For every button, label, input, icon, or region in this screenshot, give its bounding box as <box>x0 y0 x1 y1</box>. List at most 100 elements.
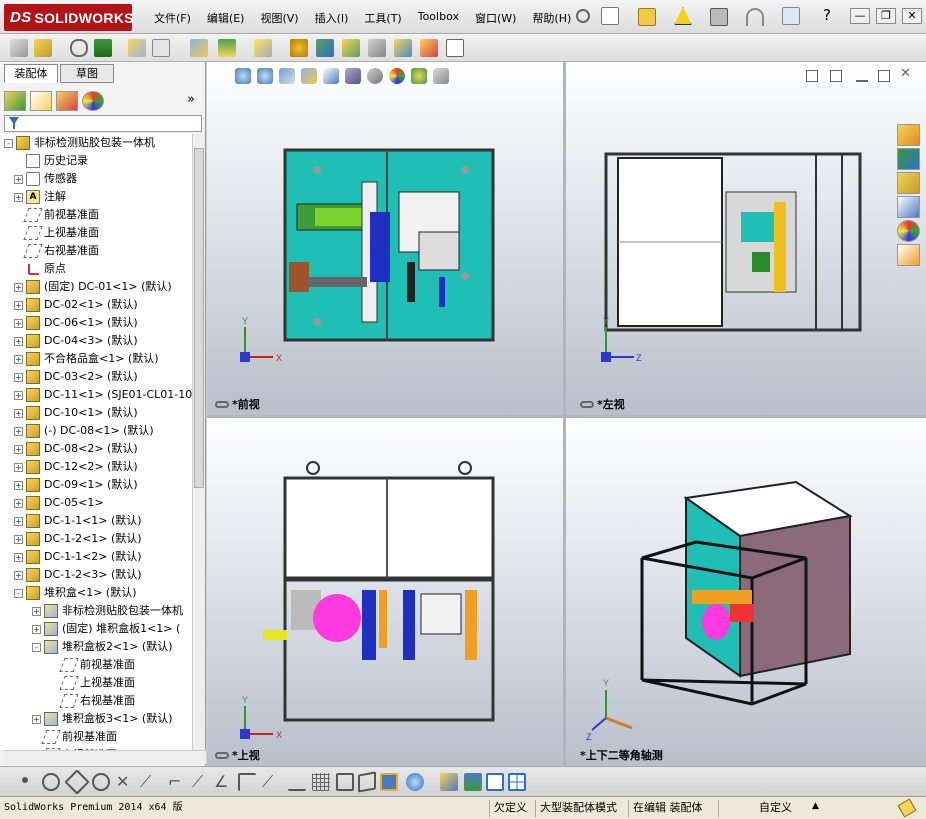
smart-fasteners-icon[interactable] <box>152 39 170 57</box>
point-icon[interactable] <box>22 777 28 783</box>
expand-toggle-icon[interactable]: + <box>14 409 23 418</box>
tree-item[interactable]: + DC-04<3> (默认) <box>0 332 192 350</box>
apply-scene-icon[interactable] <box>411 68 427 84</box>
expand-toggle-icon[interactable]: + <box>32 625 41 634</box>
viewport-isometric[interactable]: Y Z *上下二等角轴测 <box>566 418 926 766</box>
tree-item[interactable]: + DC-1-2<1> (默认) <box>0 530 192 548</box>
tree-item[interactable]: + 非标检测贴胶包装一体机 <box>0 602 192 620</box>
undo-icon[interactable] <box>746 8 764 26</box>
help-icon[interactable]: ? <box>818 7 836 25</box>
new-part-icon[interactable] <box>34 39 52 57</box>
tree-item[interactable]: + (-) DC-08<1> (默认) <box>0 422 192 440</box>
expand-toggle-icon[interactable]: + <box>14 463 23 472</box>
viewport-sync-icon[interactable] <box>806 70 818 82</box>
tree-item[interactable]: + DC-12<2> (默认) <box>0 458 192 476</box>
tree-item[interactable]: + DC-03<2> (默认) <box>0 368 192 386</box>
expand-toggle-icon[interactable]: + <box>14 391 23 400</box>
new-document-icon[interactable] <box>601 7 619 25</box>
viewport-front[interactable]: Y X *前视 <box>207 62 563 415</box>
hide-show-items-icon[interactable] <box>367 68 383 84</box>
expand-toggle-icon[interactable]: + <box>14 481 23 490</box>
tree-item[interactable]: + DC-11<1> (SJE01-CL01-1000 <box>0 386 192 404</box>
expand-toggle-icon[interactable]: + <box>32 607 41 616</box>
move-component-icon[interactable] <box>190 39 208 57</box>
tree-item[interactable]: + DC-1-1<1> (默认) <box>0 512 192 530</box>
single-window-icon[interactable] <box>486 773 504 791</box>
print-icon[interactable] <box>710 8 728 26</box>
expand-toggle-icon[interactable]: + <box>14 553 23 562</box>
assembly-features-icon[interactable] <box>254 39 272 57</box>
tree-vertical-scrollbar[interactable] <box>192 134 205 750</box>
exploded-view-icon[interactable] <box>368 39 386 57</box>
expand-toggle-icon[interactable]: + <box>14 499 23 508</box>
feature-manager-tab-icon[interactable] <box>4 91 26 111</box>
tree-item[interactable]: + A 注解 <box>0 188 192 206</box>
tree-item[interactable]: - 非标检测贴胶包装一体机 <box>0 134 192 152</box>
menu-insert[interactable]: 插入(I) <box>307 10 357 26</box>
corner-rectangle-icon[interactable] <box>238 773 256 791</box>
expand-toggle-icon[interactable]: + <box>14 427 23 436</box>
extend-icon[interactable]: ✕ <box>116 773 134 791</box>
reference-geometry-icon[interactable] <box>290 39 308 57</box>
tree-item[interactable]: + 传感器 <box>0 170 192 188</box>
tree-filter-field[interactable] <box>4 115 202 132</box>
trim-icon[interactable] <box>92 773 110 791</box>
paperclip-icon[interactable] <box>70 39 88 57</box>
viewport-restore-icon[interactable] <box>878 70 890 82</box>
tree-item[interactable]: 前视基准面 <box>0 728 192 746</box>
tree-item[interactable]: 右视基准面 <box>0 692 192 710</box>
expand-toggle-icon[interactable]: + <box>14 535 23 544</box>
edit-appearance-icon[interactable] <box>389 68 405 84</box>
expand-toggle-icon[interactable]: + <box>14 337 23 346</box>
expand-toggle-icon[interactable]: + <box>14 319 23 328</box>
sketch-fillet-icon[interactable]: ⌐ <box>168 773 186 791</box>
tree-item[interactable]: - 堆积盒<1> (默认) <box>0 584 192 602</box>
menu-view[interactable]: 视图(V) <box>252 10 306 26</box>
show-hidden-icon[interactable] <box>218 39 236 57</box>
expand-toggle-icon[interactable]: + <box>32 715 41 724</box>
grid-icon[interactable] <box>312 773 330 791</box>
appearances-icon[interactable] <box>897 220 920 242</box>
mate-icon[interactable] <box>94 39 112 57</box>
previous-view-icon[interactable] <box>279 68 295 84</box>
rectangle-tool-icon[interactable] <box>336 773 354 791</box>
solidworks-logo[interactable]: DS SOLIDWORKS <box>4 4 134 31</box>
viewport-splitter-vertical[interactable] <box>563 62 566 766</box>
collapse-toggle-icon[interactable]: - <box>4 139 13 148</box>
expand-toggle-icon[interactable]: + <box>14 571 23 580</box>
view-palette-icon[interactable] <box>897 196 920 218</box>
circle-icon[interactable] <box>42 773 60 791</box>
tree-item[interactable]: + 堆积盒板3<1> (默认) <box>0 710 192 728</box>
close-button[interactable]: ✕ <box>902 8 922 24</box>
rebuild-icon[interactable] <box>897 798 917 818</box>
tree-item[interactable]: 上视基准面 <box>0 674 192 692</box>
menu-edit[interactable]: 编辑(E) <box>199 10 253 26</box>
large-assembly-icon[interactable] <box>446 39 464 57</box>
solidworks-resources-icon[interactable] <box>897 124 920 146</box>
offset-icon[interactable]: ⟋ <box>192 773 210 791</box>
shaded-box-icon[interactable] <box>380 773 398 791</box>
expand-panel-icon[interactable]: » <box>180 91 202 111</box>
new-motion-study-icon[interactable] <box>316 39 334 57</box>
tree-item[interactable]: 前视基准面 <box>0 206 192 224</box>
units-chevron-icon[interactable]: ▲ <box>812 801 819 811</box>
expand-toggle-icon[interactable]: + <box>14 301 23 310</box>
custom-properties-icon[interactable] <box>897 244 920 266</box>
menu-window[interactable]: 窗口(W) <box>467 10 524 26</box>
tree-item[interactable]: 原点 <box>0 260 192 278</box>
bill-of-materials-icon[interactable] <box>342 39 360 57</box>
tree-item[interactable]: + DC-05<1> <box>0 494 192 512</box>
expand-toggle-icon[interactable]: + <box>14 193 23 202</box>
tree-item[interactable]: 前视基准面 <box>0 656 192 674</box>
tree-item[interactable]: - 堆积盒板2<1> (默认) <box>0 638 192 656</box>
view-settings-icon[interactable] <box>433 68 449 84</box>
menu-tools[interactable]: 工具(T) <box>356 10 409 26</box>
appearance-bar-icon[interactable] <box>464 773 482 791</box>
menu-help[interactable]: 帮助(H) <box>524 10 579 26</box>
tree-item[interactable]: 右视基准面 <box>0 242 192 260</box>
sphere-icon[interactable] <box>406 773 424 791</box>
scrollbar-thumb[interactable] <box>194 148 204 488</box>
expand-toggle-icon[interactable]: + <box>14 175 23 184</box>
tree-item[interactable]: + DC-08<2> (默认) <box>0 440 192 458</box>
four-viewports-icon[interactable] <box>508 773 526 791</box>
